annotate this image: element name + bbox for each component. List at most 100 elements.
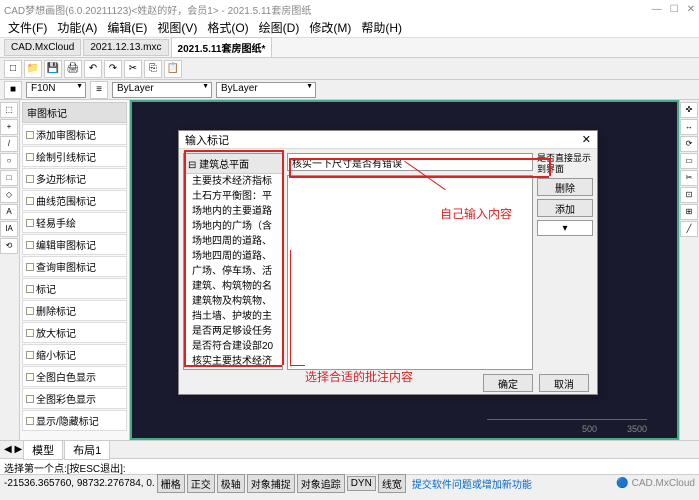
color-icon[interactable]: ■ bbox=[4, 81, 22, 99]
layout-tab[interactable]: 布局1 bbox=[64, 440, 110, 460]
panel-item[interactable]: 绘制引线标记 bbox=[22, 146, 127, 167]
panel-item[interactable]: 编辑审图标记 bbox=[22, 234, 127, 255]
doc-tab[interactable]: 2021.12.13.mxc bbox=[83, 39, 168, 56]
display-label: 是否直接显示到界面 bbox=[537, 153, 593, 175]
panel-item[interactable]: 曲线范围标记 bbox=[22, 190, 127, 211]
new-icon[interactable]: □ bbox=[4, 60, 22, 78]
tree-item[interactable]: 场地四周的道路、 bbox=[184, 234, 282, 249]
right-toolbar: ✜ ↔ ⟳ ▭ ✂ ⊡ ⊞ ╱ bbox=[679, 100, 699, 440]
panel-item[interactable]: 删除标记 bbox=[22, 300, 127, 321]
command-line[interactable]: 选择第一个点:[按ESC退出]: bbox=[0, 458, 699, 474]
doc-tab[interactable]: CAD.MxCloud bbox=[4, 39, 81, 56]
mark-input[interactable] bbox=[287, 153, 533, 171]
tool-icon[interactable]: □ bbox=[0, 170, 18, 186]
tree-item[interactable]: 主要技术经济指标 bbox=[184, 174, 282, 189]
status-dyn[interactable]: DYN bbox=[347, 476, 376, 491]
tool-icon[interactable]: ╱ bbox=[680, 221, 698, 237]
status-otrack[interactable]: 对象追踪 bbox=[297, 474, 345, 493]
tree-panel[interactable]: ⊟ 建筑总平面 主要技术经济指标土石方平衡图：平场地内的主要道路场地内的广场（含… bbox=[183, 153, 283, 370]
maximize-icon[interactable]: ☐ bbox=[670, 4, 679, 15]
doc-tab-active[interactable]: 2021.5.11套房图纸* bbox=[171, 37, 273, 58]
print-icon[interactable]: 🖨 bbox=[64, 60, 82, 78]
menu-modify[interactable]: 修改(M) bbox=[305, 17, 355, 38]
tool-icon[interactable]: ⟲ bbox=[0, 238, 18, 254]
tree-item[interactable]: 场地内的主要道路 bbox=[184, 204, 282, 219]
tree-item[interactable]: 核实总平面图是否 bbox=[184, 369, 282, 370]
status-polar[interactable]: 极轴 bbox=[217, 474, 245, 493]
dialog-close-icon[interactable]: ✕ bbox=[582, 133, 591, 146]
panel-item[interactable]: 全图白色显示 bbox=[22, 366, 127, 387]
tool-icon[interactable]: / bbox=[0, 136, 18, 152]
tool-icon[interactable]: ⟳ bbox=[680, 136, 698, 152]
tool-icon[interactable]: ✜ bbox=[680, 102, 698, 118]
dialog-title: 输入标记 bbox=[185, 132, 229, 148]
status-osnap[interactable]: 对象捕捉 bbox=[247, 474, 295, 493]
tool-icon[interactable]: + bbox=[0, 119, 18, 135]
tool-icon[interactable]: ⊡ bbox=[680, 187, 698, 203]
tool-icon[interactable]: ⊞ bbox=[680, 204, 698, 220]
menu-draw[interactable]: 绘图(D) bbox=[255, 17, 304, 38]
model-tab[interactable]: 模型 bbox=[23, 440, 63, 460]
tool-icon[interactable]: IA bbox=[0, 221, 18, 237]
side-panel: 审图标记 添加审图标记 绘制引线标记 多边形标记 曲线范围标记 轻易手绘 编辑审… bbox=[20, 100, 130, 440]
tool-icon[interactable]: ⬚ bbox=[0, 102, 18, 118]
tool-icon[interactable]: ◇ bbox=[0, 187, 18, 203]
tree-item[interactable]: 是否两足够设任务 bbox=[184, 324, 282, 339]
tree-item[interactable]: 建筑物及构筑物、 bbox=[184, 294, 282, 309]
menu-file[interactable]: 文件(F) bbox=[4, 17, 51, 38]
dropdown[interactable]: ▾ bbox=[537, 220, 593, 236]
tool-icon[interactable]: ↔ bbox=[680, 119, 698, 135]
linetype-select[interactable]: ByLayer bbox=[112, 82, 212, 98]
tree-item[interactable]: 是否符合建设部20 bbox=[184, 339, 282, 354]
panel-item[interactable]: 放大标记 bbox=[22, 322, 127, 343]
status-ortho[interactable]: 正交 bbox=[187, 474, 215, 493]
menu-view[interactable]: 视图(V) bbox=[153, 17, 201, 38]
tool-icon[interactable]: ▭ bbox=[680, 153, 698, 169]
undo-icon[interactable]: ↶ bbox=[84, 60, 102, 78]
cut-icon[interactable]: ✂ bbox=[124, 60, 142, 78]
tree-item[interactable]: 土石方平衡图：平 bbox=[184, 189, 282, 204]
tool-icon[interactable]: ○ bbox=[0, 153, 18, 169]
lineweight-select[interactable]: ByLayer bbox=[216, 82, 316, 98]
tree-item[interactable]: 场地内的广场（含 bbox=[184, 219, 282, 234]
layer-icon[interactable]: ≡ bbox=[90, 81, 108, 99]
tool-icon[interactable]: A bbox=[0, 204, 18, 220]
ok-button[interactable]: 确定 bbox=[483, 374, 533, 392]
coordinates: -21536.365760, 98732.276784, 0. bbox=[4, 478, 155, 489]
close-icon[interactable]: ✕ bbox=[687, 4, 695, 15]
panel-item[interactable]: 全图彩色显示 bbox=[22, 388, 127, 409]
redo-icon[interactable]: ↷ bbox=[104, 60, 122, 78]
menu-edit[interactable]: 编辑(E) bbox=[103, 17, 151, 38]
tree-item[interactable]: 场地四周的道路、 bbox=[184, 249, 282, 264]
menu-help[interactable]: 帮助(H) bbox=[357, 17, 406, 38]
add-button[interactable]: 添加 bbox=[537, 199, 593, 217]
status-grid[interactable]: 栅格 bbox=[157, 474, 185, 493]
menubar: 文件(F) 功能(A) 编辑(E) 视图(V) 格式(O) 绘图(D) 修改(M… bbox=[0, 18, 699, 38]
tree-item[interactable]: 建筑、构筑物的名 bbox=[184, 279, 282, 294]
save-icon[interactable]: 💾 bbox=[44, 60, 62, 78]
tree-item[interactable]: 广场、停车场、活 bbox=[184, 264, 282, 279]
delete-button[interactable]: 删除 bbox=[537, 178, 593, 196]
tree-item[interactable]: 挡土墙、护坡的主 bbox=[184, 309, 282, 324]
cancel-button[interactable]: 取消 bbox=[539, 374, 589, 392]
feedback-link[interactable]: 提交软件问题或增加新功能 bbox=[412, 476, 532, 491]
panel-item[interactable]: 标记 bbox=[22, 278, 127, 299]
minimize-icon[interactable]: — bbox=[652, 4, 662, 15]
panel-item[interactable]: 多边形标记 bbox=[22, 168, 127, 189]
panel-item[interactable]: 缩小标记 bbox=[22, 344, 127, 365]
panel-item[interactable]: 查询审图标记 bbox=[22, 256, 127, 277]
layout-tabs: ◀ ▶ 模型 布局1 bbox=[0, 440, 699, 458]
open-icon[interactable]: 📁 bbox=[24, 60, 42, 78]
paste-icon[interactable]: 📋 bbox=[164, 60, 182, 78]
tool-icon[interactable]: ✂ bbox=[680, 170, 698, 186]
layer-select[interactable]: F10N bbox=[26, 82, 86, 98]
menu-func[interactable]: 功能(A) bbox=[53, 17, 101, 38]
toolbar-main: □ 📁 💾 🖨 ↶ ↷ ✂ ⎘ 📋 bbox=[0, 58, 699, 80]
copy-icon[interactable]: ⎘ bbox=[144, 60, 162, 78]
panel-item[interactable]: 显示/隐藏标记 bbox=[22, 410, 127, 431]
menu-format[interactable]: 格式(O) bbox=[203, 17, 252, 38]
panel-item[interactable]: 轻易手绘 bbox=[22, 212, 127, 233]
status-lweight[interactable]: 线宽 bbox=[378, 474, 406, 493]
panel-item[interactable]: 添加审图标记 bbox=[22, 124, 127, 145]
tree-root[interactable]: ⊟ 建筑总平面 bbox=[184, 154, 282, 174]
